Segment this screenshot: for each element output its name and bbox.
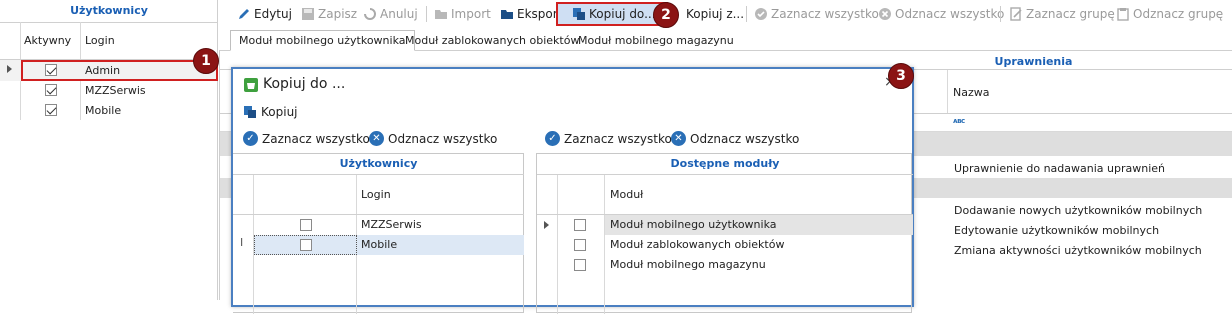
copy-to-label: Kopiuj do... <box>589 7 656 21</box>
basket-icon <box>243 77 259 96</box>
dialog-title: Kopiuj do ... <box>263 76 346 92</box>
x-circle-icon <box>878 7 892 21</box>
toolbar: Edytuj Zapisz Anuluj Import Eksport Kopi… <box>219 0 1232 28</box>
users-panel: Użytkownicy Aktywny Login Admin MZZSerwi… <box>0 0 219 300</box>
edit-doc-icon <box>1009 7 1023 21</box>
login-cell: MZZSerwis <box>361 218 422 231</box>
table-row[interactable]: MZZSerwis <box>0 81 218 101</box>
deselect-all-label: Odznacz wszystko <box>388 131 498 146</box>
copy-from-button[interactable]: Kopiuj z... <box>686 4 744 24</box>
undo-icon <box>363 7 377 21</box>
select-group-label: Zaznacz grupę <box>1026 7 1115 21</box>
table-row[interactable]: Moduł mobilnego użytkownika <box>537 215 913 235</box>
copy-checkbox[interactable] <box>574 219 586 231</box>
deselect-group-button[interactable]: Odznacz grupę <box>1116 4 1223 24</box>
select-all-label: Zaznacz wszystko <box>564 131 672 146</box>
select-all-label: Zaznacz wszystko <box>771 7 879 21</box>
row-indicator-icon <box>7 65 12 73</box>
col-login-header[interactable]: Login <box>361 188 391 201</box>
check-circle-icon <box>754 7 768 21</box>
module-cell: Moduł mobilnego użytkownika <box>605 215 913 235</box>
users-panel-title: Użytkownicy <box>70 4 148 17</box>
login-cell: Mobile <box>85 104 122 117</box>
select-group-button[interactable]: Zaznacz grupę <box>1009 4 1115 24</box>
dialog-users-header: Użytkownicy <box>339 157 418 170</box>
dialog-copy-button[interactable]: Kopiuj <box>243 105 298 119</box>
text-cursor-icon: I <box>240 236 244 249</box>
copy-checkbox[interactable] <box>574 259 586 271</box>
edit-label: Edytuj <box>254 7 292 21</box>
col-name-header[interactable]: Nazwa <box>953 86 989 99</box>
select-all-button[interactable]: Zaznacz wszystko <box>754 4 879 24</box>
tab-mobile-warehouse[interactable]: Moduł mobilnego magazynu <box>570 30 742 50</box>
folder-icon <box>434 7 448 21</box>
active-checkbox[interactable] <box>45 104 57 116</box>
floppy-icon <box>301 7 315 21</box>
cancel-label: Anuluj <box>380 7 418 21</box>
permission-row[interactable]: Uprawnienie do nadawania uprawnień <box>954 162 1165 175</box>
col-login-header[interactable]: Login <box>85 34 115 47</box>
copy-checkbox[interactable] <box>574 239 586 251</box>
highlight-frame <box>21 60 218 81</box>
select-all-label: Zaznacz wszystko <box>262 131 370 146</box>
module-cell: Moduł zablokowanych obiektów <box>610 238 785 251</box>
row-indicator-icon <box>544 221 549 229</box>
users-deselect-all-button[interactable]: ✕ Odznacz wszystko <box>369 131 497 146</box>
permission-row[interactable]: Edytowanie użytkowników mobilnych <box>954 224 1159 237</box>
active-checkbox[interactable] <box>45 84 57 96</box>
table-row[interactable]: Mobile <box>0 101 218 121</box>
import-label: Import <box>451 7 491 21</box>
login-cell: Mobile <box>361 238 398 251</box>
deselect-all-label: Odznacz wszystko <box>895 7 1005 21</box>
modules-deselect-all-button[interactable]: ✕ Odznacz wszystko <box>671 131 799 146</box>
modules-select-all-button[interactable]: ✓ Zaznacz wszystko <box>545 131 672 146</box>
copy-icon <box>572 7 586 21</box>
copy-label: Kopiuj <box>261 105 298 119</box>
table-row[interactable]: Moduł mobilnego magazynu <box>537 255 913 275</box>
col-module-header[interactable]: Moduł <box>610 188 643 201</box>
col-active-header[interactable]: Aktywny <box>24 34 71 47</box>
check-circle-icon: ✓ <box>545 131 560 146</box>
users-select-all-button[interactable]: ✓ Zaznacz wszystko <box>243 131 370 146</box>
login-cell: MZZSerwis <box>85 84 146 97</box>
focus-cell <box>254 235 357 255</box>
export-button[interactable]: Eksport <box>500 4 562 24</box>
deselect-all-label: Odznacz wszystko <box>690 131 800 146</box>
badge-2: 2 <box>653 2 679 28</box>
import-button[interactable]: Import <box>434 4 491 24</box>
badge-3: 3 <box>888 63 914 89</box>
edit-button[interactable]: Edytuj <box>237 4 292 24</box>
copy-to-dialog: Kopiuj do ... × Kopiuj ✓ Zaznacz wszystk… <box>231 67 914 314</box>
copy-from-label: Kopiuj z... <box>686 7 745 21</box>
dialog-modules-header: Dostępne moduły <box>670 157 780 170</box>
table-row[interactable]: Moduł zablokowanych obiektów <box>537 235 913 255</box>
deselect-group-label: Odznacz grupę <box>1133 7 1224 21</box>
save-label: Zapisz <box>318 7 358 21</box>
deselect-all-button[interactable]: Odznacz wszystko <box>878 4 1004 24</box>
copy-checkbox[interactable] <box>300 219 312 231</box>
dialog-users-grid: Użytkownicy Login MZZSerwis Mobile I <box>233 153 524 314</box>
x-circle-icon: ✕ <box>369 131 384 146</box>
x-circle-icon: ✕ <box>671 131 686 146</box>
badge-1: 1 <box>193 48 219 74</box>
permission-row[interactable]: Zmiana aktywności użytkowników mobilnych <box>954 244 1202 257</box>
copy-to-button[interactable]: Kopiuj do... <box>556 2 668 26</box>
check-circle-icon: ✓ <box>243 131 258 146</box>
dialog-modules-grid: Dostępne moduły Moduł Moduł mobilnego uż… <box>536 153 913 314</box>
permission-row[interactable]: Dodawanie nowych użytkowników mobilnych <box>954 204 1202 217</box>
pencil-icon <box>237 7 251 21</box>
folder-icon <box>500 7 514 21</box>
clipboard-icon <box>1116 7 1130 21</box>
abc-filter-icon[interactable]: ᴀʙᴄ <box>953 117 965 125</box>
save-button[interactable]: Zapisz <box>301 4 357 24</box>
module-cell: Moduł mobilnego magazynu <box>610 258 766 271</box>
table-row[interactable]: MZZSerwis <box>254 215 524 235</box>
copy-icon <box>243 105 257 119</box>
cancel-button[interactable]: Anuluj <box>363 4 418 24</box>
tab-mobile-user[interactable]: Moduł mobilnego użytkownika <box>230 30 415 51</box>
tab-blocked-objects[interactable]: Moduł zablokowanych obiektów <box>397 30 587 50</box>
